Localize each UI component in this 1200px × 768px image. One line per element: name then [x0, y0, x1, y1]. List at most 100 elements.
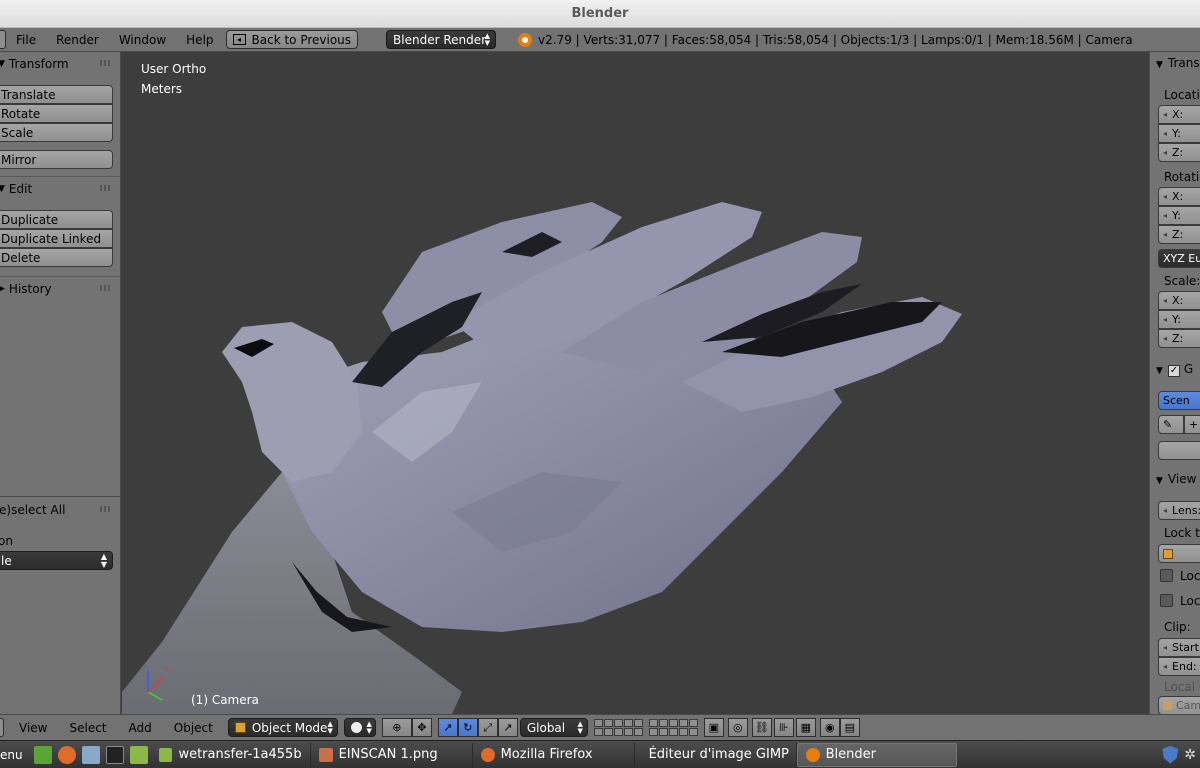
menu-select[interactable]: Select	[58, 721, 117, 735]
task-einscan[interactable]: EINSCAN 1.png	[311, 742, 473, 767]
transform-orientation-icon[interactable]: ↗	[497, 718, 518, 737]
menu-render[interactable]: Render	[46, 33, 109, 47]
axis-z-label: Z:	[1172, 332, 1184, 345]
files-launcher-icon[interactable]	[129, 745, 148, 764]
lock-checkbox-2[interactable]	[1160, 594, 1173, 607]
menu-object[interactable]: Object	[163, 721, 224, 735]
firefox-launcher-icon[interactable]	[57, 745, 76, 764]
local-camera-field[interactable]: Cam	[1158, 696, 1200, 714]
operator-action-dropdown[interactable]: le ▲ ▼	[0, 551, 113, 570]
scale-x-field[interactable]: ◂ X:	[1158, 291, 1200, 310]
task-gimp[interactable]: Éditeur d'image GIMP	[635, 742, 797, 767]
proportional-edit-icon[interactable]: ◎	[727, 718, 748, 737]
3d-viewport[interactable]: User Ortho Meters (1) Camera x z	[122, 52, 1148, 714]
axis-z-label: Z:	[1172, 228, 1184, 241]
translate-manipulator-icon[interactable]: ↗	[437, 718, 458, 737]
snap-element-icon[interactable]: ⊪	[773, 718, 794, 737]
clip-start-field[interactable]: ◂ Start:	[1158, 638, 1200, 657]
drag-grip-icon[interactable]	[100, 185, 112, 191]
cube-icon	[1163, 548, 1173, 559]
rotation-mode-select[interactable]: XYZ Eu	[1158, 249, 1200, 268]
location-z-field[interactable]: ◂ Z:	[1158, 143, 1200, 162]
drag-grip-icon[interactable]	[100, 60, 112, 66]
render-animation-icon[interactable]: ◉	[819, 718, 840, 737]
viewport-shading-select[interactable]: ▲ ▼	[343, 718, 376, 737]
menu-view[interactable]: View	[8, 721, 58, 735]
panel-transform-header[interactable]: ▼ Transform	[0, 54, 120, 74]
local-camera-label: Local C	[1164, 680, 1200, 694]
cube-icon	[234, 722, 246, 733]
dropdown-arrows-icon: ▲ ▼	[484, 31, 491, 47]
settings-tray-icon[interactable]: ✲	[1184, 747, 1196, 763]
location-y-field[interactable]: ◂ Y:	[1158, 124, 1200, 143]
shield-icon[interactable]	[1162, 745, 1179, 764]
layer-lock-icon[interactable]: ▣	[703, 718, 724, 737]
scale-z-field[interactable]: ◂ Z:	[1158, 329, 1200, 348]
opengl-render-icon[interactable]: ▦	[795, 718, 816, 737]
interaction-mode-select[interactable]: Object Mode ▲ ▼	[227, 718, 338, 737]
collapse-triangle-icon: ▼	[1156, 366, 1163, 376]
rotation-z-field[interactable]: ◂ Z:	[1158, 225, 1200, 244]
desktop-icon[interactable]	[33, 745, 52, 764]
task-firefox[interactable]: Mozilla Firefox	[473, 742, 635, 767]
layers-grid-1[interactable]	[593, 719, 643, 736]
rotation-y-field[interactable]: ◂ Y:	[1158, 206, 1200, 225]
task-blender[interactable]: Blender	[796, 742, 957, 767]
menu-window[interactable]: Window	[109, 33, 176, 47]
duplicate-button[interactable]: Duplicate	[0, 210, 113, 229]
scene-toggle-button[interactable]: Scen	[1158, 391, 1200, 410]
grease-pencil-checkbox[interactable]: ✓	[1167, 365, 1180, 377]
transform-orientation-select[interactable]: Global ▲ ▼	[519, 718, 588, 737]
svg-text:x: x	[164, 665, 170, 675]
drag-grip-icon[interactable]	[100, 506, 112, 512]
pivot-point-icon[interactable]: ⊕	[381, 718, 412, 737]
delete-button[interactable]: Delete	[0, 248, 113, 267]
manipulator-toggle-icon[interactable]: ✥	[411, 718, 432, 737]
tool-shelf: ▼ Transform Translate Rotate Scale Mirro…	[0, 52, 121, 714]
translate-button[interactable]: Translate	[0, 85, 113, 104]
panel-history-header[interactable]: ▶ History	[0, 279, 120, 299]
lens-field[interactable]: ◂ Lens:	[1158, 501, 1200, 520]
render-engine-select[interactable]: Blender Render ▲ ▼	[386, 30, 497, 49]
add-icon[interactable]: +	[1184, 415, 1200, 434]
lock-checkbox-1[interactable]	[1160, 569, 1173, 582]
dropdown-arrows-icon: ▲ ▼	[327, 719, 333, 735]
pencil-icon[interactable]: ✎	[1158, 415, 1184, 434]
location-x-field[interactable]: ◂ X:	[1158, 105, 1200, 124]
duplicate-linked-button[interactable]: Duplicate Linked	[0, 229, 113, 248]
menu-add[interactable]: Add	[118, 721, 163, 735]
scale-y-field[interactable]: ◂ Y:	[1158, 310, 1200, 329]
clapper-icon[interactable]: ▤	[839, 718, 860, 737]
settings-launcher-icon[interactable]	[81, 745, 100, 764]
rotate-manipulator-icon[interactable]: ↻	[457, 718, 478, 737]
menu-help[interactable]: Help	[176, 33, 223, 47]
solid-sphere-icon	[350, 722, 362, 733]
rotation-x-field[interactable]: ◂ X:	[1158, 187, 1200, 206]
terminal-launcher-icon[interactable]	[105, 745, 124, 764]
scale-manipulator-icon[interactable]: ⤢	[477, 718, 498, 737]
editor-type-edge[interactable]	[0, 718, 4, 737]
axis-x-label: X:	[1172, 108, 1184, 121]
panel-view-header[interactable]: ▼ View	[1156, 472, 1196, 486]
back-to-previous-button[interactable]: ◂ Back to Previous	[225, 30, 359, 49]
task-wetransfer[interactable]: wetransfer-1a455b	[151, 742, 311, 767]
grease-pencil-new-button[interactable]	[1158, 441, 1200, 460]
grease-pencil-header[interactable]: ▼ ✓ G	[1156, 362, 1193, 377]
start-menu-button[interactable]: enu	[0, 748, 23, 762]
menu-file[interactable]: File	[6, 33, 46, 47]
operator-panel-header[interactable]: e)select All	[0, 500, 120, 520]
scale-button[interactable]: Scale	[0, 123, 113, 142]
layers-grid-2[interactable]	[648, 719, 698, 736]
rotate-button[interactable]: Rotate	[0, 104, 113, 123]
panel-transform-header[interactable]: ▼ Trans	[1156, 56, 1200, 70]
drag-grip-icon[interactable]	[100, 285, 112, 291]
properties-panel: ▼ Trans Locatio ◂X: ◂Y: ◂Z: Rotatio ◂X: ◂…	[1149, 52, 1200, 714]
panel-divider	[0, 276, 120, 277]
lock-object-field[interactable]	[1158, 544, 1200, 563]
clip-end-field[interactable]: ◂ End:	[1158, 657, 1200, 676]
panel-edit-header[interactable]: ▼ Edit	[0, 179, 120, 199]
mirror-button[interactable]: Mirror	[0, 150, 113, 169]
task-blender-label: Blender	[825, 747, 876, 762]
snap-toggle-icon[interactable]: ⛓	[751, 718, 772, 737]
hand-mesh[interactable]	[122, 52, 1148, 714]
